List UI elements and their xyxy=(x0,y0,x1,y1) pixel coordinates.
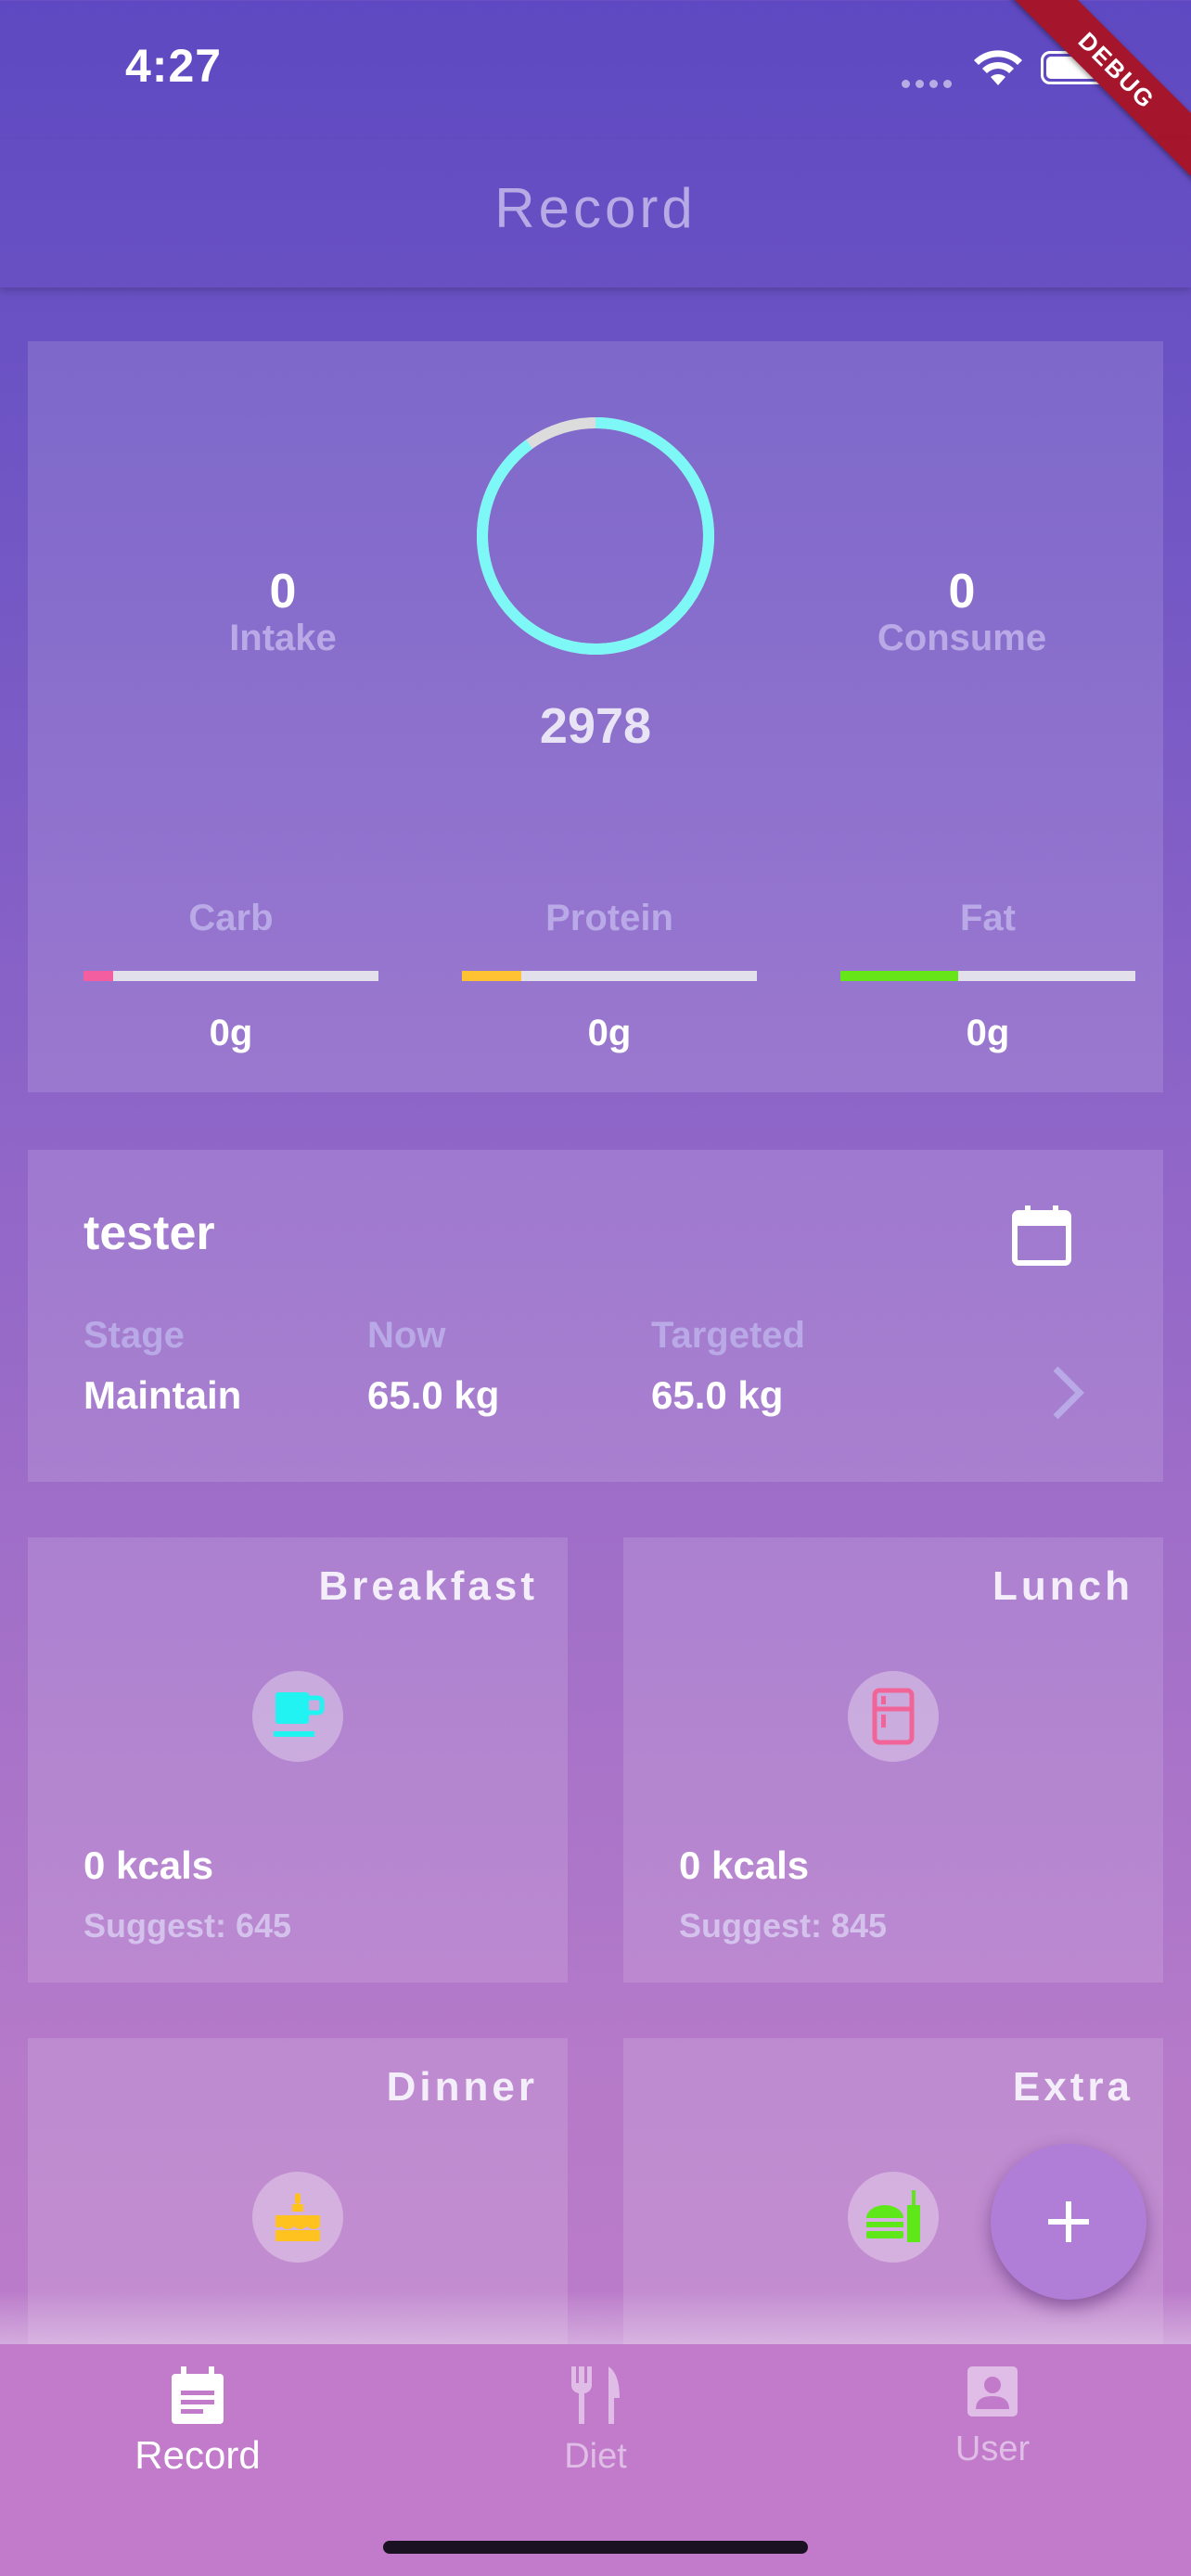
fat-progress-fill xyxy=(840,971,959,981)
nav-item-user[interactable]: User xyxy=(853,2365,1132,2469)
meal-card-breakfast[interactable]: Breakfast 0 kcals Suggest: 645 xyxy=(28,1537,568,1983)
carb-macro: Carb 0g xyxy=(83,898,378,1054)
protein-progress-fill xyxy=(462,971,521,981)
protein-macro: Protein 0g xyxy=(462,898,757,1054)
meal-kcal: 0 kcals xyxy=(679,1843,810,1887)
user-card-icon xyxy=(967,2366,1018,2417)
cake-icon xyxy=(252,2172,343,2263)
status-time: 4:27 xyxy=(125,40,223,92)
nav-label-diet: Diet xyxy=(564,2437,627,2476)
nav-label-user: User xyxy=(954,2429,1031,2468)
nav-item-record[interactable]: Record xyxy=(58,2365,337,2478)
stage-label: Stage xyxy=(83,1315,185,1356)
carb-progress-bar xyxy=(83,971,378,981)
calorie-ring xyxy=(477,417,714,655)
fat-label: Fat xyxy=(960,898,1016,938)
meal-card-lunch[interactable]: Lunch 0 kcals Suggest: 845 xyxy=(623,1537,1163,1983)
fat-progress-bar xyxy=(840,971,1135,981)
nav-label-record: Record xyxy=(134,2433,261,2477)
current-weight-info: Now 65.0 kg xyxy=(367,1315,499,1418)
carb-progress-fill xyxy=(83,971,113,981)
coffee-cup-icon xyxy=(252,1671,343,1762)
meal-kcal: 0 kcals xyxy=(83,1843,214,1887)
carb-label: Carb xyxy=(188,898,274,938)
scroll-fade xyxy=(0,2290,1191,2346)
intake-label: Intake xyxy=(229,618,337,658)
status-bar: 4:27 xyxy=(0,0,1191,139)
intake-value: 0 xyxy=(269,565,297,618)
meal-title: Dinner xyxy=(386,2064,538,2110)
calendar-note-icon xyxy=(172,2366,224,2424)
target-value: 65.0 kg xyxy=(651,1373,784,1417)
consume-value: 0 xyxy=(948,565,976,618)
calendar-icon[interactable] xyxy=(1011,1204,1072,1267)
now-value: 65.0 kg xyxy=(367,1373,500,1417)
cellular-signal-icon xyxy=(902,76,957,93)
meal-suggest: Suggest: 845 xyxy=(679,1906,888,1945)
stage-value: Maintain xyxy=(83,1373,242,1417)
chevron-right-icon[interactable] xyxy=(1048,1363,1089,1422)
consume-stat: 0 Consume xyxy=(823,564,1101,659)
meal-suggest: Suggest: 645 xyxy=(83,1906,292,1945)
plus-icon xyxy=(1048,2201,1089,2242)
fat-value: 0g xyxy=(966,1013,1010,1053)
protein-progress-bar xyxy=(462,971,757,981)
fridge-icon xyxy=(848,1671,939,1762)
wifi-icon xyxy=(974,50,1022,85)
now-label: Now xyxy=(367,1315,446,1356)
profile-name: tester xyxy=(83,1206,215,1260)
fat-macro: Fat 0g xyxy=(840,898,1135,1054)
meal-title: Extra xyxy=(1012,2064,1133,2110)
stage-info: Stage Maintain xyxy=(83,1315,241,1418)
fast-food-icon xyxy=(848,2172,939,2263)
add-record-button[interactable] xyxy=(991,2144,1146,2300)
target-label: Targeted xyxy=(651,1315,805,1356)
protein-label: Protein xyxy=(545,898,673,938)
meal-title: Lunch xyxy=(992,1563,1133,1609)
consume-label: Consume xyxy=(877,618,1047,658)
intake-stat: 0 Intake xyxy=(144,564,422,659)
app-bar: Record xyxy=(0,139,1191,287)
remaining-calories: 2978 xyxy=(539,698,652,754)
carb-value: 0g xyxy=(209,1013,253,1053)
calorie-summary-card: 0 Intake 0 Consume 2978 Carb 0g Protein … xyxy=(28,341,1163,1092)
protein-value: 0g xyxy=(587,1013,632,1053)
home-indicator xyxy=(383,2541,808,2554)
fork-knife-icon xyxy=(570,2366,620,2424)
target-weight-info: Targeted 65.0 kg xyxy=(651,1315,805,1418)
page-title: Record xyxy=(494,177,697,239)
profile-card[interactable]: tester Stage Maintain Now 65.0 kg Target… xyxy=(28,1150,1163,1482)
meal-title: Breakfast xyxy=(318,1563,538,1609)
nav-item-diet[interactable]: Diet xyxy=(456,2365,735,2477)
